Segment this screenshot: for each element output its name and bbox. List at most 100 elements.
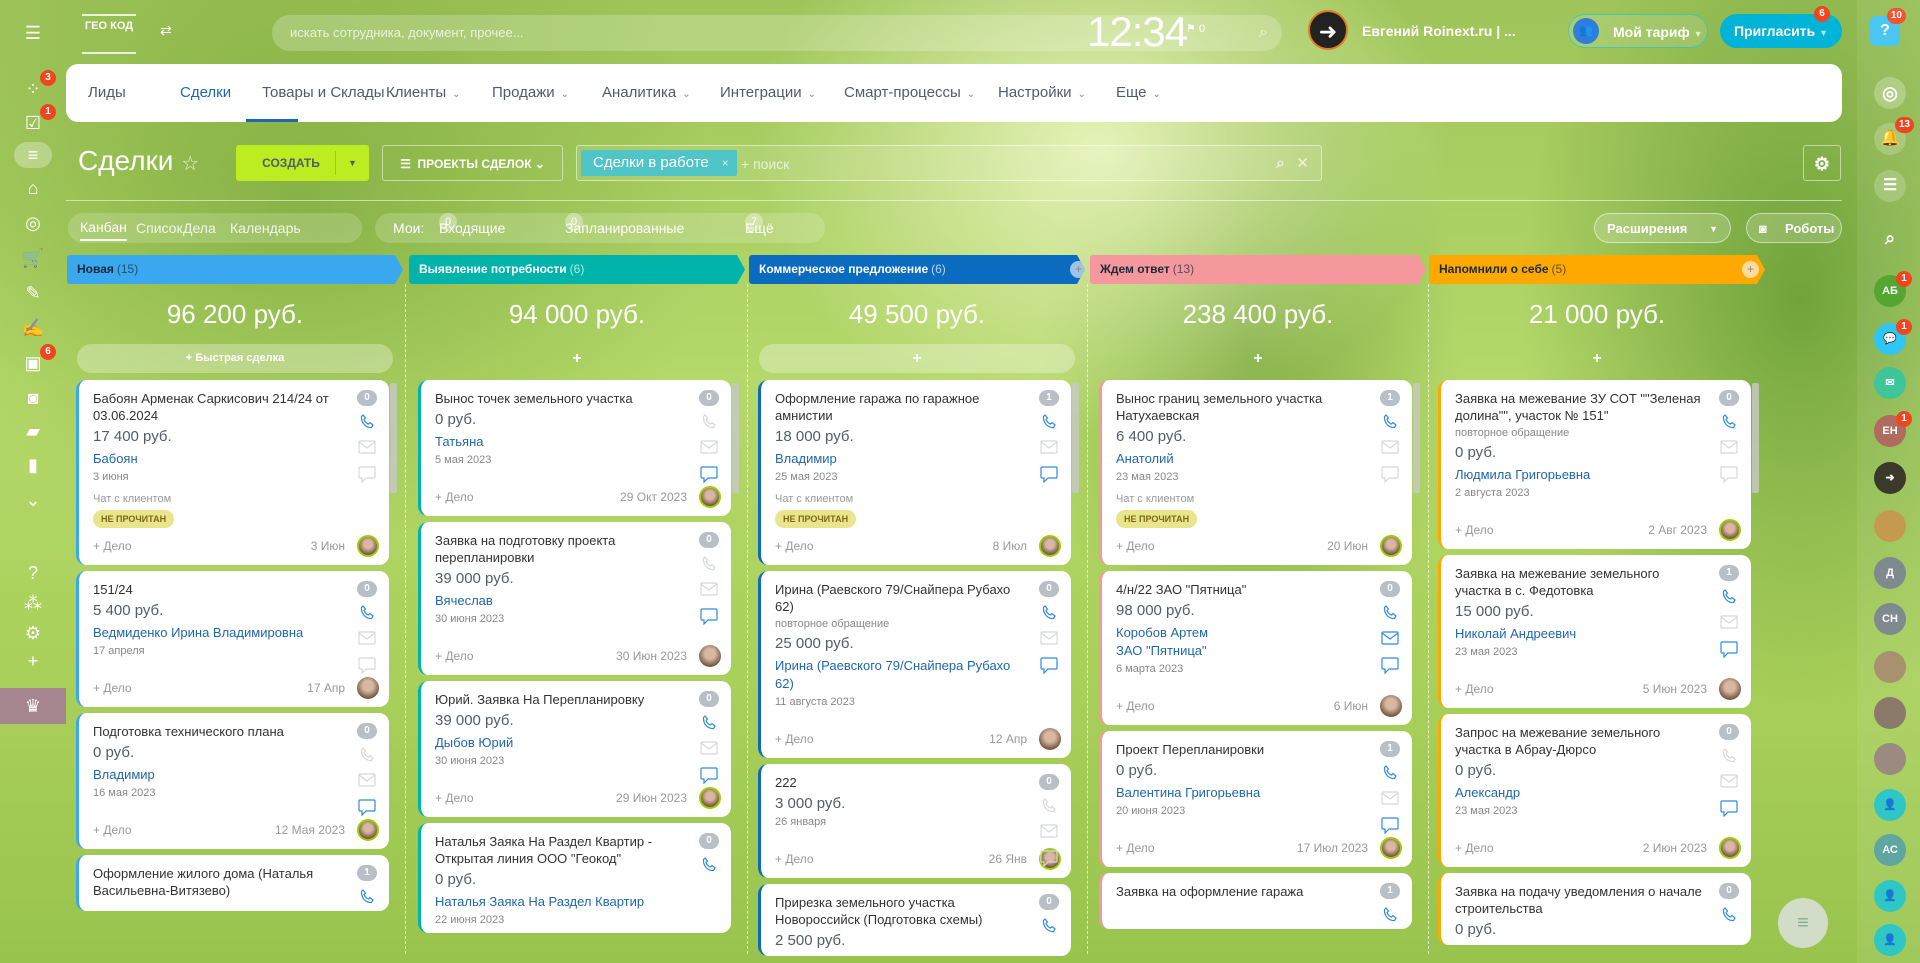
recent-chat-avatar[interactable] bbox=[1874, 651, 1906, 683]
recent-chat-avatar[interactable]: 👤 bbox=[1874, 924, 1906, 956]
counter-more[interactable]: 7 Ещё ⌄ bbox=[745, 213, 774, 243]
activity-counter[interactable]: 0 bbox=[357, 723, 377, 739]
activity-counter[interactable]: 0 bbox=[357, 581, 377, 597]
responsible-avatar[interactable] bbox=[1039, 728, 1061, 750]
column-scrollbar[interactable] bbox=[732, 383, 739, 493]
add-activity-button[interactable]: + Дело bbox=[1116, 841, 1155, 855]
activity-counter[interactable]: 0 bbox=[699, 390, 719, 406]
phone-icon[interactable] bbox=[355, 605, 379, 625]
deal-title[interactable]: Запрос на межевание земельного участка в… bbox=[1455, 724, 1707, 758]
deal-contact-link[interactable]: Николай Андреевич bbox=[1455, 625, 1707, 643]
mail-icon[interactable] bbox=[1037, 440, 1061, 460]
nav-tab[interactable]: Интеграции ⌄ bbox=[720, 84, 816, 101]
nav-tab[interactable]: Настройки ⌄ bbox=[998, 84, 1086, 101]
deal-title[interactable]: Бабоян Арменак Саркисович 214/24 от 03.0… bbox=[93, 390, 345, 424]
deal-card[interactable]: 151/24 5 400 руб. Ведмиденко Ирина Владими… bbox=[76, 571, 389, 707]
user-name[interactable]: Евгений Roinext.ru | ... bbox=[1362, 23, 1516, 39]
view-tab[interactable]: Дела bbox=[183, 213, 216, 243]
deal-contact-link[interactable]: Людмила Григорьевна bbox=[1455, 466, 1707, 484]
deal-title[interactable]: Проект Перепланировки bbox=[1116, 741, 1368, 758]
deal-card[interactable]: Бабоян Арменак Саркисович 214/24 от 03.0… bbox=[76, 380, 389, 565]
add-activity-button[interactable]: + Дело bbox=[93, 539, 132, 553]
deal-contact-link[interactable]: Коробов Артем bbox=[1116, 624, 1368, 642]
deal-card[interactable]: Заявка на оформление гаража 1 bbox=[1099, 873, 1412, 929]
phone-icon[interactable] bbox=[1378, 907, 1402, 927]
add-activity-button[interactable]: + Дело bbox=[1455, 523, 1494, 537]
add-deal-button[interactable]: + bbox=[759, 344, 1075, 373]
phone-icon[interactable] bbox=[1717, 589, 1741, 609]
help-icon[interactable]: ? bbox=[18, 560, 48, 586]
copilot-icon[interactable]: ◎ bbox=[1874, 77, 1906, 109]
deal-card[interactable]: 4/н/22 ЗАО "Пятница" 98 000 руб. Коробов А… bbox=[1099, 571, 1412, 725]
view-tab[interactable]: Канбан bbox=[80, 215, 127, 241]
deal-contact-link[interactable]: Ведмиденко Ирина Владимировна bbox=[93, 624, 345, 642]
deal-contact-link[interactable]: Владимир bbox=[775, 450, 1027, 468]
cart-icon[interactable]: 🛒 bbox=[18, 245, 48, 271]
add-activity-button[interactable]: + Дело bbox=[93, 681, 132, 695]
add-activity-button[interactable]: + Дело bbox=[435, 791, 474, 805]
mail-icon[interactable] bbox=[355, 773, 379, 793]
add-activity-button[interactable]: + Дело bbox=[1116, 699, 1155, 713]
recent-chat-avatar[interactable]: ЕН 1 bbox=[1874, 411, 1912, 447]
recent-chat-avatar[interactable]: АС bbox=[1874, 834, 1906, 866]
deal-contact-link[interactable]: Бабоян bbox=[93, 450, 345, 468]
mail-icon[interactable] bbox=[1717, 615, 1741, 635]
deal-card[interactable]: Вынос точек земельного участка 0 руб. Тать… bbox=[418, 380, 731, 516]
chat-icon[interactable] bbox=[1378, 657, 1402, 677]
phone-icon[interactable] bbox=[1378, 765, 1402, 785]
chat-icon[interactable] bbox=[355, 657, 379, 677]
chat-icon[interactable] bbox=[1717, 466, 1741, 486]
nav-tab[interactable]: Смарт-процессы ⌄ bbox=[844, 84, 975, 101]
chat-icon[interactable] bbox=[1037, 657, 1061, 677]
phone-icon[interactable] bbox=[1037, 918, 1061, 938]
activity-counter[interactable]: 1 bbox=[1380, 741, 1400, 757]
phone-icon[interactable] bbox=[697, 414, 721, 434]
deal-title[interactable]: 222 bbox=[775, 774, 1027, 791]
mail-icon[interactable] bbox=[355, 631, 379, 651]
deal-contact-link[interactable]: Татьяна bbox=[435, 433, 687, 451]
chat-icon[interactable] bbox=[1037, 850, 1061, 870]
remove-filter-icon[interactable]: × bbox=[722, 150, 729, 176]
deal-title[interactable]: Заявка на оформление гаража bbox=[1116, 883, 1368, 900]
column-scrollbar[interactable] bbox=[390, 383, 397, 493]
column-header[interactable]: Выявление потребности (6) bbox=[409, 255, 745, 284]
add-activity-button[interactable]: + Дело bbox=[1455, 841, 1494, 855]
nav-tab[interactable]: Продажи ⌄ bbox=[492, 84, 569, 101]
phone-icon[interactable] bbox=[355, 414, 379, 434]
deal-card[interactable]: Юрий. Заявка На Перепланировку 39 000 руб… bbox=[418, 681, 731, 817]
recent-chat-avatar[interactable] bbox=[1874, 743, 1906, 775]
phone-icon[interactable] bbox=[1037, 414, 1061, 434]
deal-title[interactable]: Вынос точек земельного участка bbox=[435, 390, 687, 407]
search-icon[interactable]: ⌕ bbox=[1259, 15, 1268, 51]
geokod-logo[interactable]: ГЕО КОД bbox=[82, 14, 136, 54]
phone-icon[interactable] bbox=[1717, 414, 1741, 434]
store-icon[interactable]: ⌂ bbox=[18, 175, 48, 201]
deal-contact-link[interactable]: Наталья Заяка На Раздел Квартир bbox=[435, 893, 687, 911]
settings-sliders-icon[interactable]: ⇄ bbox=[160, 22, 172, 39]
deal-card[interactable]: Прирезка земельного участка Новороссийск… bbox=[758, 884, 1071, 956]
recent-chat-avatar[interactable] bbox=[1874, 697, 1906, 729]
deal-title[interactable]: Вынос границ земельного участка Натухаев… bbox=[1116, 390, 1368, 424]
search-button[interactable]: ⌕ bbox=[1874, 222, 1906, 254]
analytics-icon[interactable]: ▮ bbox=[18, 452, 48, 478]
column-header[interactable]: Новая (15) bbox=[67, 255, 403, 284]
create-button[interactable]: СОЗДАТЬ ▼ bbox=[236, 145, 369, 181]
robot-icon[interactable]: ◙ bbox=[18, 385, 48, 411]
deal-title[interactable]: Юрий. Заявка На Перепланировку bbox=[435, 691, 687, 708]
activity-counter[interactable]: 1 bbox=[357, 865, 377, 881]
deal-title[interactable]: Заявка на межевание ЗУ СОТ ""Зеленая дол… bbox=[1455, 390, 1707, 424]
deal-contact-link[interactable]: ЗАО "Пятница" bbox=[1116, 642, 1368, 660]
responsible-avatar[interactable] bbox=[357, 535, 379, 557]
my-tariff-button[interactable]: 👥 Мой тариф ▼ bbox=[1568, 14, 1708, 48]
deal-card[interactable]: Заявка на межевание ЗУ СОТ ""Зеленая дол… bbox=[1438, 380, 1751, 549]
work-day-flag[interactable]: ⚑ 0 bbox=[1186, 22, 1205, 35]
phone-icon[interactable] bbox=[1717, 907, 1741, 927]
phone-icon[interactable] bbox=[697, 715, 721, 735]
column-header[interactable]: Коммерческое предложение (6) + bbox=[749, 255, 1085, 284]
sitemap-icon[interactable]: ⁂ bbox=[18, 590, 48, 616]
nav-tab[interactable]: Лиды bbox=[88, 84, 126, 101]
deal-title[interactable]: Подготовка технического плана bbox=[93, 723, 345, 740]
mail-icon[interactable] bbox=[697, 582, 721, 602]
deal-card[interactable]: Наталья Заяка На Раздел Квартир - Открыт… bbox=[418, 823, 731, 933]
favorite-star-icon[interactable]: ☆ bbox=[181, 153, 199, 175]
